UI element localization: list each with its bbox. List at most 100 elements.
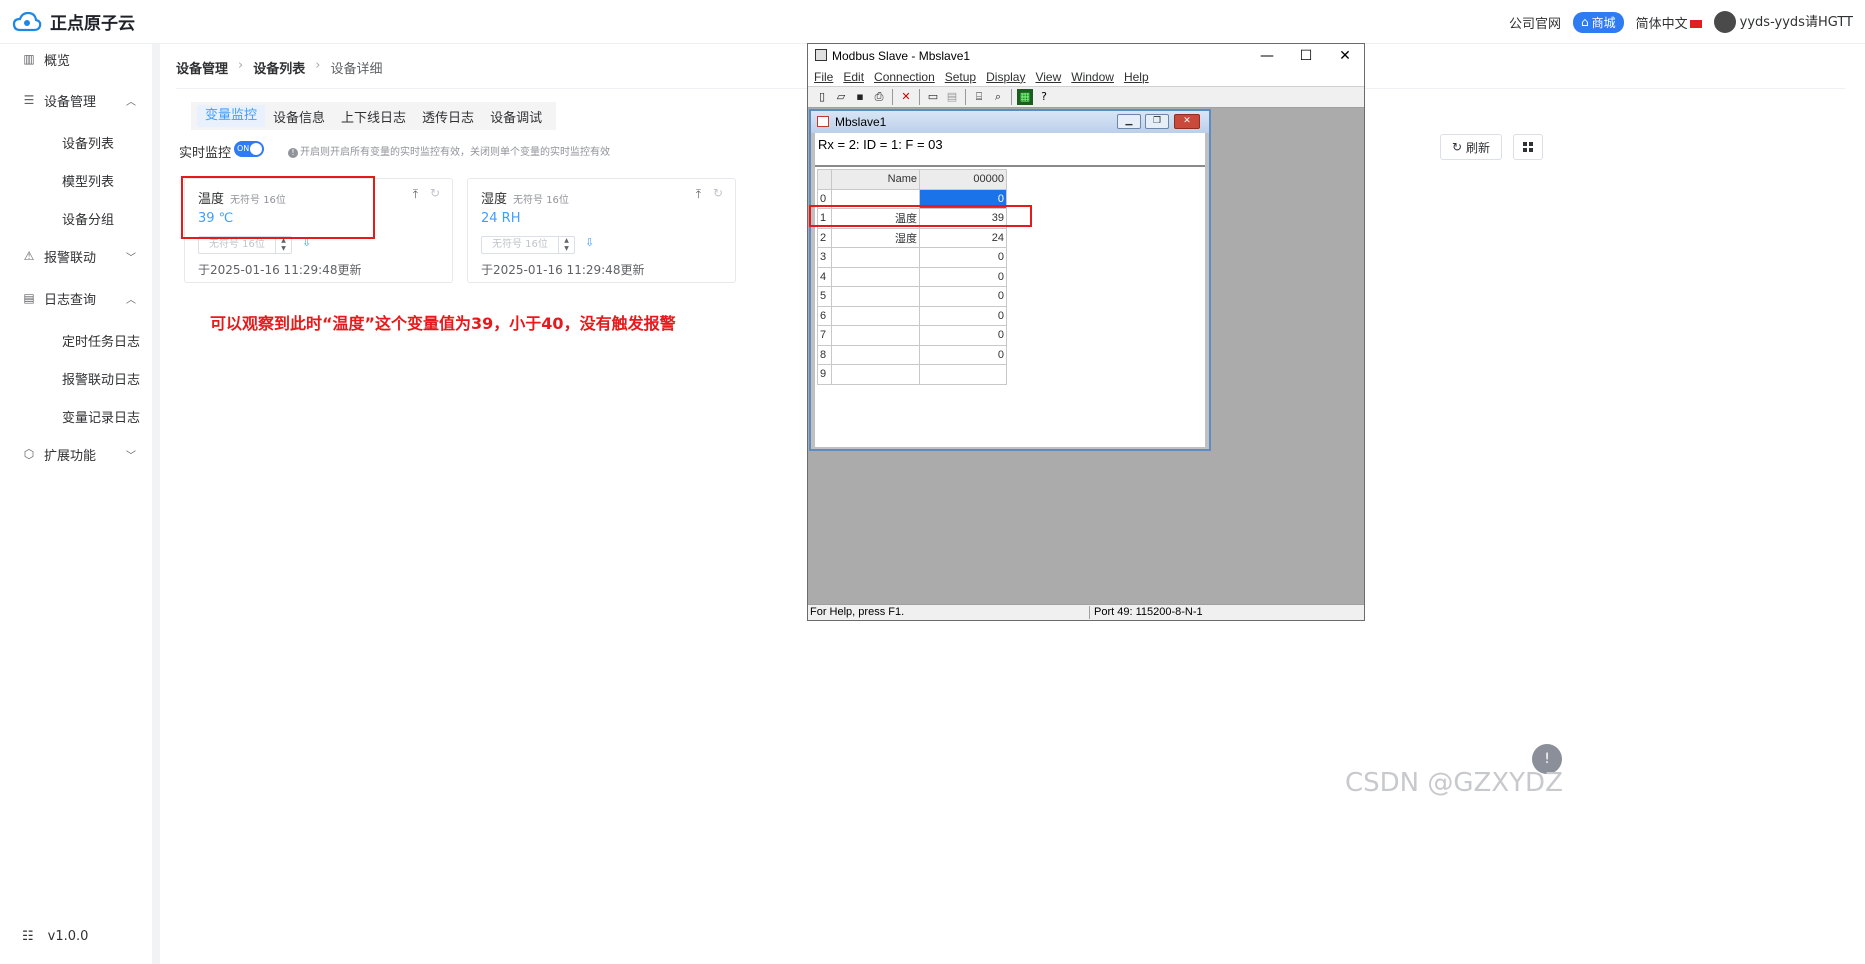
register-name[interactable]: [831, 344, 920, 365]
child-body: Rx = 2: ID = 1: F = 03 Name 00000 0 0 1 …: [815, 133, 1205, 447]
menu-setup[interactable]: Setup: [945, 70, 976, 84]
table-row[interactable]: 6 0: [817, 305, 1007, 326]
register-name[interactable]: [831, 325, 920, 346]
chevron-down-icon: ﹀: [126, 450, 136, 462]
open-folder-icon[interactable]: ▱: [833, 89, 849, 105]
child-titlebar[interactable]: Mbslave1 ▁ ❐ ✕: [811, 111, 1209, 133]
close-button[interactable]: ✕: [1326, 44, 1364, 68]
breadcrumb-item[interactable]: 设备列表: [253, 58, 305, 77]
number-stepper[interactable]: ▲ ▼: [275, 237, 291, 253]
tab-passthrough-log[interactable]: 透传日志: [414, 107, 482, 126]
register-name[interactable]: [831, 305, 920, 326]
sidebar-subitem-device-group[interactable]: 设备分组: [62, 209, 114, 228]
sidebar-item-extensions[interactable]: ⬡ 扩展功能 ﹀: [0, 439, 152, 469]
menu-file[interactable]: File: [814, 70, 833, 84]
input-placeholder: 无符号 16位: [209, 239, 265, 250]
sidebar-subitem-alarm-log[interactable]: 报警联动日志: [62, 369, 140, 388]
refresh-icon[interactable]: ↻: [713, 186, 723, 200]
menu-bar: File Edit Connection Setup Display View …: [808, 68, 1364, 86]
mbslave1-child-window[interactable]: Mbslave1 ▁ ❐ ✕ Rx = 2: ID = 1: F = 03 Na…: [809, 109, 1211, 451]
sidebar-item-alarm[interactable]: ⚠ 报警联动 ﹀: [0, 241, 152, 271]
variable-name: 湿度 无符号 16位: [481, 188, 569, 207]
child-restore-button[interactable]: ❐: [1145, 114, 1169, 129]
register-name[interactable]: [831, 266, 920, 287]
child-close-button[interactable]: ✕: [1174, 114, 1200, 129]
print-icon[interactable]: ⎙: [871, 89, 887, 105]
menu-window[interactable]: Window: [1071, 70, 1114, 84]
variable-name-text: 湿度: [481, 192, 508, 207]
modbus-slave-window[interactable]: Modbus Slave - Mbslave1 — ☐ ✕ File Edit …: [807, 43, 1365, 621]
register-value[interactable]: 0: [919, 247, 1007, 268]
refresh-button[interactable]: ↻ 刷新: [1440, 134, 1502, 160]
breadcrumb-separator-icon: ›: [315, 58, 321, 73]
sidebar-item-overview[interactable]: ▥ 概览: [0, 44, 152, 74]
register-value[interactable]: [919, 364, 1007, 385]
tab-device-info[interactable]: 设备信息: [265, 107, 333, 126]
save-icon[interactable]: ▪: [852, 89, 868, 105]
register-value[interactable]: 0: [919, 325, 1007, 346]
cube-icon: ⬡: [23, 447, 35, 461]
divider: [815, 165, 1205, 167]
table-row[interactable]: 7 0: [817, 325, 1007, 346]
sidebar-item-log-query[interactable]: ▤ 日志查询 ︿: [0, 283, 152, 313]
table-row[interactable]: 9: [817, 364, 1007, 385]
minimize-button[interactable]: —: [1248, 44, 1286, 68]
register-value[interactable]: 0: [919, 286, 1007, 307]
realtime-monitor-toggle[interactable]: ON: [234, 141, 264, 157]
connect-icon[interactable]: ⌸: [971, 89, 987, 105]
menu-connection[interactable]: Connection: [874, 70, 935, 84]
tile-icon[interactable]: ▤: [944, 89, 960, 105]
sidebar-subitem-variable-log[interactable]: 变量记录日志: [62, 407, 140, 426]
menu-help[interactable]: Help: [1124, 70, 1149, 84]
tab-variable-monitor[interactable]: 变量监控: [197, 105, 266, 127]
company-site-link[interactable]: 公司官网: [1509, 13, 1561, 32]
register-name[interactable]: [831, 286, 920, 307]
register-name[interactable]: [831, 364, 920, 385]
child-minimize-button[interactable]: ▁: [1117, 114, 1141, 129]
table-row[interactable]: 3 0: [817, 247, 1007, 268]
monitor-icon[interactable]: ⌕: [990, 89, 1006, 105]
register-value[interactable]: 0: [919, 305, 1007, 326]
tab-online-log[interactable]: 上下线日志: [333, 107, 414, 126]
window-icon[interactable]: ▭: [925, 89, 941, 105]
variable-write-input[interactable]: 无符号 16位 ▲ ▼: [481, 236, 575, 254]
menu-display[interactable]: Display: [986, 70, 1025, 84]
brand-logo[interactable]: 正点原子云: [12, 9, 135, 34]
window-titlebar[interactable]: Modbus Slave - Mbslave1 — ☐ ✕: [808, 44, 1364, 68]
sidebar-subitem-scheduled-log[interactable]: 定时任务日志: [62, 331, 140, 350]
language-selector[interactable]: 简体中文: [1636, 13, 1702, 32]
grid-view-button[interactable]: [1513, 134, 1543, 160]
tab-device-debug[interactable]: 设备调试: [482, 107, 550, 126]
menu-view[interactable]: View: [1035, 70, 1061, 84]
sidebar-subitem-device-list[interactable]: 设备列表: [62, 133, 114, 152]
register-value[interactable]: 0: [919, 266, 1007, 287]
register-value[interactable]: 24: [919, 227, 1007, 248]
register-name[interactable]: 湿度: [831, 227, 920, 248]
table-row[interactable]: 2 湿度 24: [817, 227, 1007, 248]
mall-button[interactable]: ⌂ 商城: [1573, 11, 1624, 33]
table-row[interactable]: 5 0: [817, 286, 1007, 307]
status-help-text: For Help, press F1.: [810, 606, 905, 618]
delete-icon[interactable]: ✕: [898, 89, 914, 105]
sidebar-item-device-management[interactable]: ☰ 设备管理 ︿: [0, 85, 152, 115]
refresh-icon[interactable]: ↻: [430, 186, 440, 200]
toolbar: ▯ ▱ ▪ ⎙ ✕ ▭ ▤ ⌸ ⌕ ▦ ?: [808, 86, 1364, 108]
comm-traffic-icon[interactable]: ▦: [1017, 89, 1033, 105]
help-icon[interactable]: ?: [1036, 89, 1052, 105]
pin-top-icon[interactable]: ⤒: [413, 187, 418, 202]
send-value-icon[interactable]: ⇩: [585, 236, 594, 249]
menu-edit[interactable]: Edit: [843, 70, 864, 84]
collapse-menu-icon[interactable]: ☷: [22, 929, 34, 944]
number-stepper[interactable]: ▲ ▼: [558, 237, 574, 253]
table-row[interactable]: 8 0: [817, 344, 1007, 365]
toolbar-separator: [965, 89, 966, 105]
new-file-icon[interactable]: ▯: [814, 89, 830, 105]
register-name[interactable]: [831, 247, 920, 268]
sidebar-subitem-model-list[interactable]: 模型列表: [62, 171, 114, 190]
register-value[interactable]: 0: [919, 344, 1007, 365]
pin-top-icon[interactable]: ⤒: [696, 187, 701, 202]
maximize-button[interactable]: ☐: [1287, 44, 1325, 68]
user-menu[interactable]: yyds-yyds请HGTT: [1713, 11, 1853, 34]
table-row[interactable]: 4 0: [817, 266, 1007, 287]
breadcrumb-item[interactable]: 设备管理: [176, 58, 228, 77]
